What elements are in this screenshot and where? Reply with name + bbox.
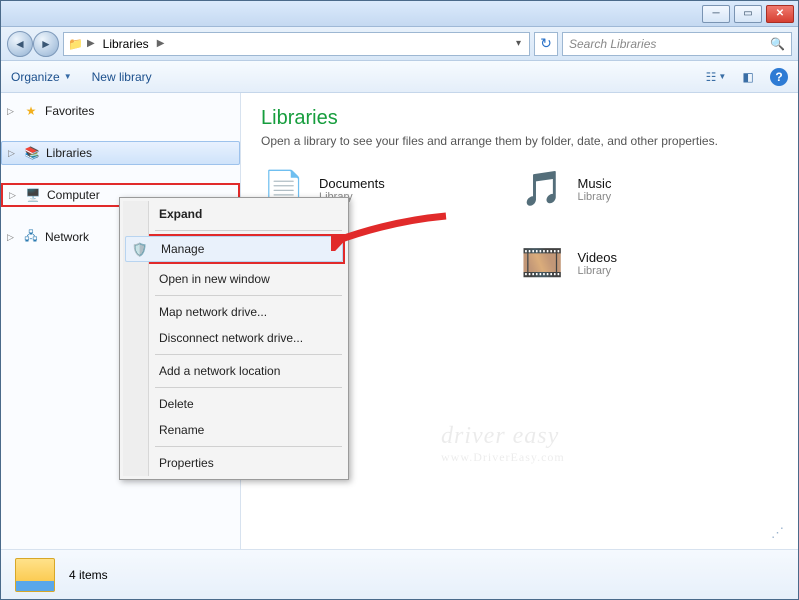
status-item-count: 4 items <box>69 568 108 582</box>
libraries-label: Libraries <box>46 146 92 160</box>
breadcrumb-libraries[interactable]: Libraries <box>99 35 153 53</box>
library-name: Music <box>578 176 612 191</box>
folder-icon: 📁 <box>68 37 83 51</box>
status-thumbnail-icon <box>15 558 55 592</box>
resize-grip-icon[interactable]: ⋰ <box>771 525 782 541</box>
search-placeholder: Search Libraries <box>569 37 656 51</box>
chevron-right-icon: ▶ <box>157 38 165 49</box>
network-icon: 🖧 <box>23 229 39 245</box>
status-bar: 4 items <box>1 549 798 599</box>
library-kind: Library <box>578 265 618 277</box>
expand-arrow-icon[interactable]: ▷ <box>9 190 19 201</box>
watermark: driver easy www.DriverEasy.com <box>441 423 565 465</box>
libraries-icon: 📚 <box>24 145 40 161</box>
expand-arrow-icon[interactable]: ▷ <box>7 106 17 117</box>
ctx-manage[interactable]: 🛡️ Manage <box>125 236 343 262</box>
minimize-button[interactable]: ─ <box>702 5 730 23</box>
forward-button[interactable]: ► <box>33 31 59 57</box>
star-icon: ★ <box>23 103 39 119</box>
computer-context-menu: Expand 🛡️ Manage Open in new window Map … <box>119 197 349 480</box>
shield-icon: 🛡️ <box>132 242 148 258</box>
ctx-add-network-location[interactable]: Add a network location <box>123 358 345 384</box>
page-title: Libraries <box>261 107 778 130</box>
library-videos[interactable]: 🎞️ Videos Library <box>520 240 779 286</box>
address-bar[interactable]: 📁 ▶ Libraries ▶ ▾ <box>63 32 530 56</box>
ctx-expand[interactable]: Expand <box>123 201 345 227</box>
ctx-properties[interactable]: Properties <box>123 450 345 476</box>
computer-label: Computer <box>47 188 100 202</box>
close-button[interactable]: ✕ <box>766 5 794 23</box>
back-button[interactable]: ◄ <box>7 31 33 57</box>
computer-icon: 🖥️ <box>25 187 41 203</box>
navigation-bar: ◄ ► 📁 ▶ Libraries ▶ ▾ ↻ Search Libraries… <box>1 27 798 61</box>
expand-arrow-icon[interactable]: ▷ <box>8 148 18 159</box>
ctx-map-network-drive[interactable]: Map network drive... <box>123 299 345 325</box>
library-kind: Library <box>578 191 612 203</box>
ctx-disconnect-network-drive[interactable]: Disconnect network drive... <box>123 325 345 351</box>
ctx-rename[interactable]: Rename <box>123 417 345 443</box>
refresh-button[interactable]: ↻ <box>534 32 558 56</box>
network-label: Network <box>45 230 89 244</box>
library-name: Videos <box>578 250 618 265</box>
address-dropdown-icon[interactable]: ▾ <box>512 38 525 49</box>
ctx-delete[interactable]: Delete <box>123 391 345 417</box>
library-name: Documents <box>319 176 385 191</box>
help-button[interactable]: ? <box>770 68 788 86</box>
ctx-open-new-window[interactable]: Open in new window <box>123 266 345 292</box>
preview-pane-button[interactable]: ◧ <box>738 67 758 87</box>
view-options-button[interactable]: ☷▼ <box>706 67 726 87</box>
search-icon: 🔍 <box>770 37 785 51</box>
chevron-down-icon: ▼ <box>64 72 72 81</box>
maximize-button[interactable]: ▭ <box>734 5 762 23</box>
new-library-label: New library <box>92 70 152 84</box>
library-music[interactable]: 🎵 Music Library <box>520 166 779 212</box>
new-library-button[interactable]: New library <box>92 70 152 84</box>
tree-favorites[interactable]: ▷ ★ Favorites <box>1 99 240 123</box>
organize-label: Organize <box>11 70 60 84</box>
search-input[interactable]: Search Libraries 🔍 <box>562 32 792 56</box>
videos-icon: 🎞️ <box>520 240 566 286</box>
page-subtitle: Open a library to see your files and arr… <box>261 134 778 148</box>
chevron-right-icon: ▶ <box>87 38 95 49</box>
tree-libraries[interactable]: ▷ 📚 Libraries <box>1 141 240 165</box>
music-icon: 🎵 <box>520 166 566 212</box>
window-titlebar: ─ ▭ ✕ <box>1 1 798 27</box>
expand-arrow-icon[interactable]: ▷ <box>7 232 17 243</box>
favorites-label: Favorites <box>45 104 94 118</box>
organize-menu[interactable]: Organize ▼ <box>11 70 72 84</box>
command-bar: Organize ▼ New library ☷▼ ◧ ? <box>1 61 798 93</box>
